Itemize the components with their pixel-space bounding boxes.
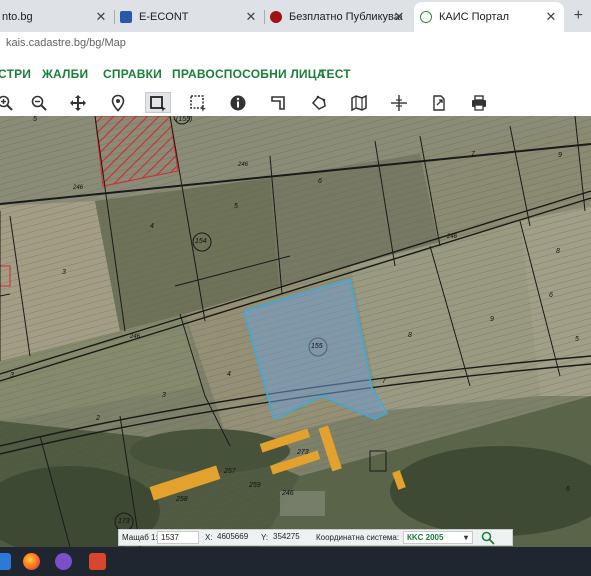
crs-label: Координатна система: <box>316 533 400 542</box>
crosshair-icon[interactable] <box>388 92 410 113</box>
plot-label: 154 <box>195 238 207 245</box>
map-layers-icon[interactable] <box>348 92 370 113</box>
plot-label: 6 <box>318 178 322 185</box>
map-toolbar <box>0 89 591 117</box>
plot-label: 7 <box>471 151 475 158</box>
select-rectangle-icon[interactable] <box>145 92 171 113</box>
nav-item-complaints[interactable]: ЖАЛБИ <box>42 67 88 81</box>
x-coordinate: 4605669 <box>217 532 249 541</box>
browser-tab-1[interactable]: nto.bg ✕ <box>0 2 114 32</box>
crs-select[interactable]: КKC 2005 ▾ <box>403 531 473 544</box>
plot-label: 3 <box>10 372 14 379</box>
plot-label: 5 <box>234 203 238 210</box>
plot-label: 2 <box>96 415 100 422</box>
x-label: X: <box>205 533 213 542</box>
close-icon[interactable]: ✕ <box>94 10 108 24</box>
nav-item-licensed-persons[interactable]: ПРАВОСПОСОБНИ ЛИЦА <box>172 67 326 81</box>
plot-label: 4 <box>227 371 231 378</box>
plot-label: 9 <box>490 316 494 323</box>
plot-label: 257 <box>224 468 236 475</box>
plot-label: 8 <box>408 332 412 339</box>
cadastral-map[interactable]: 5 (155) 3 4 5 154 6 7 8 9 8 9 6 3 4 2 15… <box>0 116 591 547</box>
measure-icon[interactable] <box>267 92 289 113</box>
road-label: 246 <box>238 162 249 168</box>
y-coordinate: 354275 <box>273 532 300 541</box>
select-area-icon[interactable] <box>187 92 209 113</box>
export-icon[interactable] <box>428 92 450 113</box>
plot-label: 6 <box>566 486 570 493</box>
close-icon[interactable]: ✕ <box>392 10 406 24</box>
draw-icon[interactable] <box>308 92 330 113</box>
tab-title: nto.bg <box>2 11 33 23</box>
plot-label: (155) <box>176 116 193 123</box>
econt-favicon-icon <box>120 11 132 23</box>
plot-label: 8 <box>556 248 560 255</box>
locate-pin-icon[interactable] <box>107 92 129 113</box>
tab-title: E-ECONT <box>139 11 189 23</box>
tab-title: КАИС Портал <box>439 11 510 23</box>
plot-label: 273 <box>297 449 309 456</box>
viber-icon[interactable] <box>55 553 72 570</box>
scale-label: Мащаб 1: <box>122 533 158 542</box>
road-label: 246 <box>447 234 458 240</box>
chevron-down-icon: ▾ <box>463 533 468 542</box>
site-nav: СТРИ ЖАЛБИ СПРАВКИ ПРАВОСПОСОБНИ ЛИЦА ТЕ… <box>0 56 591 90</box>
pan-icon[interactable] <box>67 92 89 113</box>
taskbar-app-icon[interactable] <box>89 553 106 570</box>
plot-label: 246 <box>282 490 294 497</box>
road-label: 246 <box>130 334 141 340</box>
plot-label: 3 <box>162 392 166 399</box>
plot-label: 5 <box>33 116 37 123</box>
close-icon[interactable]: ✕ <box>244 10 258 24</box>
zoom-out-icon[interactable] <box>28 92 50 113</box>
plot-label: 5 <box>575 336 579 343</box>
map-canvas[interactable] <box>0 116 591 547</box>
plot-label-selected: 155 <box>311 343 323 350</box>
os-taskbar <box>0 547 591 576</box>
plot-label: 9 <box>558 152 562 159</box>
scale-input[interactable]: 1537 <box>157 531 199 544</box>
print-icon[interactable] <box>468 92 490 113</box>
close-icon[interactable]: ✕ <box>544 10 558 24</box>
road-label: 246 <box>73 185 84 191</box>
nav-item-test[interactable]: ТЕСТ <box>319 67 351 81</box>
search-icon[interactable] <box>481 531 495 547</box>
nav-item-references[interactable]: СПРАВКИ <box>103 67 162 81</box>
plot-label: 3 <box>62 269 66 276</box>
plot-label: 7 <box>382 378 386 385</box>
browser-tab-4-active[interactable]: КАИС Портал ✕ <box>414 2 564 32</box>
browser-tab-bar: nto.bg ✕ E-ECONT ✕ Безплатно Публикуване… <box>0 0 591 32</box>
y-label: Y: <box>261 533 269 542</box>
address-bar[interactable]: kais.cadastre.bg/bg/Map <box>0 32 591 56</box>
kais-favicon-icon <box>420 11 432 23</box>
plot-label: 6 <box>549 292 553 299</box>
taskbar-app-icon[interactable] <box>0 553 11 570</box>
browser-tab-3[interactable]: Безплатно Публикуване на Об ✕ <box>264 2 412 32</box>
tab-title: Безплатно Публикуване на Об <box>289 11 402 23</box>
nav-item-registers[interactable]: СТРИ <box>0 67 31 81</box>
crs-value: КKC 2005 <box>407 533 444 542</box>
site-favicon-icon <box>270 11 282 23</box>
browser-tab-2[interactable]: E-ECONT ✕ <box>114 2 264 32</box>
plot-label: 173 <box>118 518 130 525</box>
zoom-in-icon[interactable] <box>0 92 16 113</box>
firefox-icon[interactable] <box>23 553 40 570</box>
plot-label: 259 <box>249 482 261 489</box>
plot-label: 258 <box>176 496 188 503</box>
new-tab-icon[interactable]: + <box>574 7 583 25</box>
url-text[interactable]: kais.cadastre.bg/bg/Map <box>6 37 126 49</box>
plot-label: 4 <box>150 223 154 230</box>
map-status-bar: Мащаб 1: 1537 X: 4605669 Y: 354275 Коорд… <box>118 529 513 546</box>
info-icon[interactable] <box>227 92 249 113</box>
